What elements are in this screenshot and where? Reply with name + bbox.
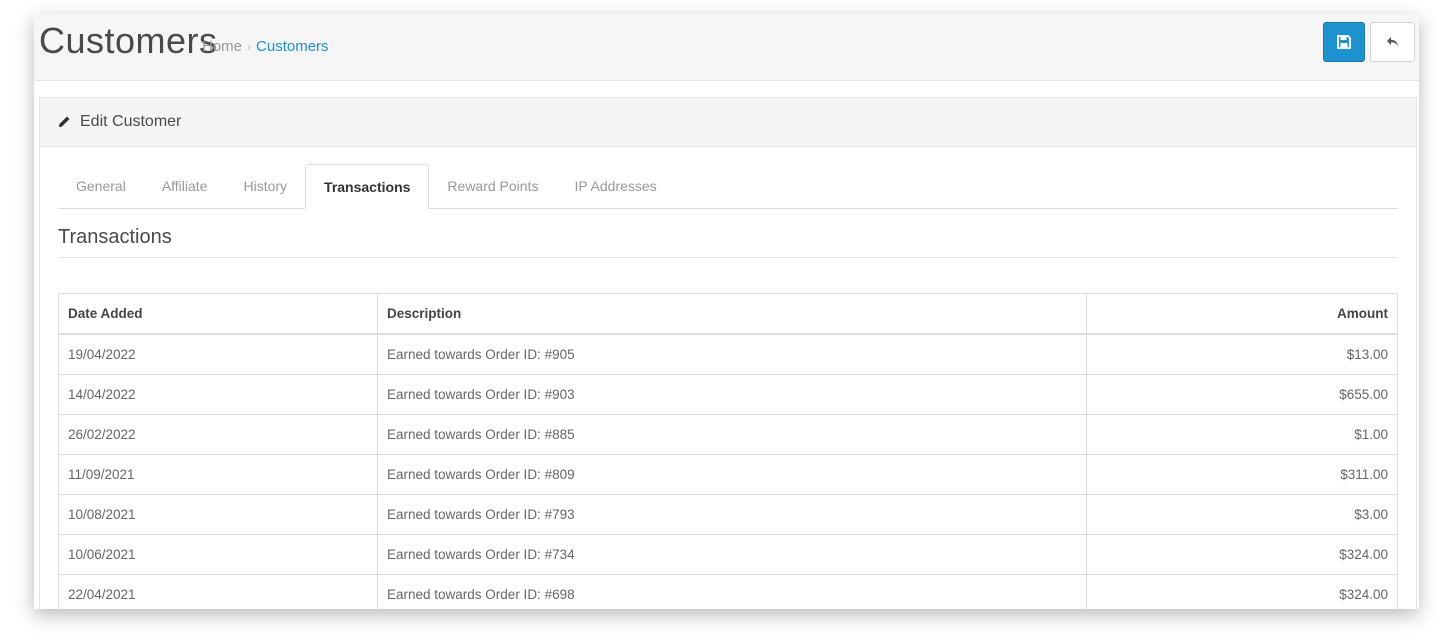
table-row: 10/06/2021 Earned towards Order ID: #734… xyxy=(58,534,1398,575)
table-row: 10/08/2021 Earned towards Order ID: #793… xyxy=(58,494,1398,535)
cell-amount: $655.00 xyxy=(1086,374,1398,415)
cell-description: Earned towards Order ID: #734 xyxy=(377,534,1087,575)
reply-icon xyxy=(1386,37,1398,47)
cell-amount: $324.00 xyxy=(1086,574,1398,609)
tab-reward-points[interactable]: Reward Points xyxy=(429,164,556,208)
cell-amount: $1.00 xyxy=(1086,414,1398,455)
cell-description: Earned towards Order ID: #793 xyxy=(377,494,1087,535)
cell-date: 10/06/2021 xyxy=(58,534,378,575)
panel-heading-title: Edit Customer xyxy=(80,113,182,130)
back-button[interactable] xyxy=(1370,22,1415,62)
table-row: 19/04/2022 Earned towards Order ID: #905… xyxy=(58,333,1398,375)
pencil-icon xyxy=(57,115,71,129)
cell-date: 26/02/2022 xyxy=(58,414,378,455)
cell-description: Earned towards Order ID: #903 xyxy=(377,374,1087,415)
save-button[interactable] xyxy=(1323,22,1365,62)
cell-amount: $324.00 xyxy=(1086,534,1398,575)
transactions-table: Date Added Description Amount 19/04/2022… xyxy=(58,293,1398,609)
cell-date: 11/09/2021 xyxy=(58,454,378,495)
panel-heading: Edit Customer xyxy=(40,98,1416,147)
column-header-date: Date Added xyxy=(58,293,378,335)
cell-date: 10/08/2021 xyxy=(58,494,378,535)
cell-description: Earned towards Order ID: #905 xyxy=(377,333,1087,375)
cell-description: Earned towards Order ID: #809 xyxy=(377,454,1087,495)
edit-customer-panel: Edit Customer General Affiliate History … xyxy=(39,97,1417,609)
cell-amount: $3.00 xyxy=(1086,494,1398,535)
tab-history[interactable]: History xyxy=(225,164,305,208)
table-row: 26/02/2022 Earned towards Order ID: #885… xyxy=(58,414,1398,455)
cell-description: Earned towards Order ID: #698 xyxy=(377,574,1087,609)
table-row: 14/04/2022 Earned towards Order ID: #903… xyxy=(58,374,1398,415)
cell-date: 19/04/2022 xyxy=(58,333,378,375)
breadcrumb-home-link[interactable]: Home xyxy=(202,38,242,55)
tab-ip-addresses[interactable]: IP Addresses xyxy=(556,164,674,208)
page-title: Customers xyxy=(39,20,218,61)
table-row: 22/04/2021 Earned towards Order ID: #698… xyxy=(58,574,1398,609)
breadcrumb: Home › Customers xyxy=(202,38,329,55)
page-header: Customers Home › Customers xyxy=(34,14,1419,81)
breadcrumb-current-link[interactable]: Customers xyxy=(256,38,329,55)
section-title: Transactions xyxy=(58,226,1398,258)
breadcrumb-separator: › xyxy=(247,40,252,54)
customer-tabs: General Affiliate History Transactions R… xyxy=(58,164,1398,209)
app-window: Customers Home › Customers Edit Customer… xyxy=(34,14,1419,609)
table-header-row: Date Added Description Amount xyxy=(58,293,1398,335)
tab-transactions[interactable]: Transactions xyxy=(305,164,430,209)
column-header-description: Description xyxy=(377,293,1087,335)
cell-date: 14/04/2022 xyxy=(58,374,378,415)
tab-affiliate[interactable]: Affiliate xyxy=(144,164,226,208)
cell-amount: $311.00 xyxy=(1086,454,1398,495)
save-icon xyxy=(1337,35,1351,49)
cell-description: Earned towards Order ID: #885 xyxy=(377,414,1087,455)
cell-amount: $13.00 xyxy=(1086,333,1398,375)
column-header-amount: Amount xyxy=(1086,293,1398,335)
cell-date: 22/04/2021 xyxy=(58,574,378,609)
table-row: 11/09/2021 Earned towards Order ID: #809… xyxy=(58,454,1398,495)
tab-general[interactable]: General xyxy=(58,164,144,208)
